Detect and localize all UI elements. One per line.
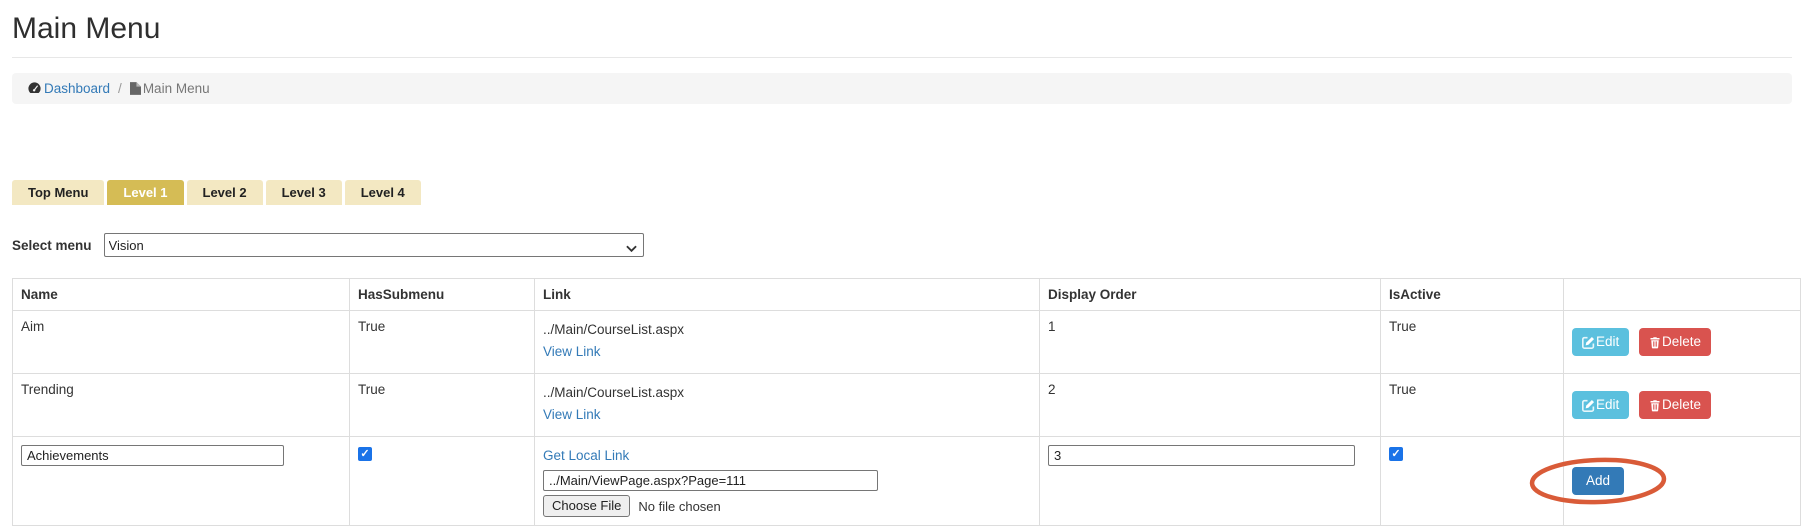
link-url-text: ../Main/CourseList.aspx bbox=[543, 382, 1031, 404]
cell-add-action: Add bbox=[1564, 437, 1801, 526]
trash-icon bbox=[1649, 336, 1661, 349]
tab-level-1[interactable]: Level 1 bbox=[107, 180, 183, 205]
select-menu-row: Select menu Vision bbox=[12, 233, 1792, 257]
cell-has-submenu-checkbox: ✓ bbox=[350, 437, 535, 526]
cell-link: ../Main/CourseList.aspx View Link bbox=[535, 374, 1040, 437]
cell-actions: Edit Delete bbox=[1564, 311, 1801, 374]
cell-link: ../Main/CourseList.aspx View Link bbox=[535, 311, 1040, 374]
table-row: Trending True ../Main/CourseList.aspx Vi… bbox=[13, 374, 1801, 437]
file-upload-row: Choose File No file chosen bbox=[543, 495, 1031, 517]
breadcrumb-current-label: Main Menu bbox=[143, 81, 210, 96]
breadcrumb: Dashboard / Main Menu bbox=[12, 73, 1792, 104]
cell-actions: Edit Delete bbox=[1564, 374, 1801, 437]
tab-level-2[interactable]: Level 2 bbox=[187, 180, 263, 205]
link-url-text: ../Main/CourseList.aspx bbox=[543, 319, 1031, 341]
edit-button-label: Edit bbox=[1596, 397, 1619, 413]
delete-button-label: Delete bbox=[1662, 334, 1701, 350]
edit-button-label: Edit bbox=[1596, 334, 1619, 350]
menu-select[interactable]: Vision bbox=[104, 233, 644, 257]
menu-level-tabs: Top Menu Level 1 Level 2 Level 3 Level 4 bbox=[12, 180, 1792, 205]
choose-file-button[interactable]: Choose File bbox=[543, 495, 630, 517]
page-title: Main Menu bbox=[12, 10, 1792, 48]
edit-button[interactable]: Edit bbox=[1572, 328, 1629, 356]
header-actions bbox=[1564, 279, 1801, 311]
tab-level-4[interactable]: Level 4 bbox=[345, 180, 421, 205]
is-active-checkbox[interactable]: ✓ bbox=[1389, 447, 1403, 461]
page-container: Main Menu Dashboard / Main Menu bbox=[0, 0, 1804, 526]
pencil-square-icon bbox=[1582, 399, 1595, 412]
add-row: ✓ Get Local Link Choose File No file cho… bbox=[13, 437, 1801, 526]
delete-button-label: Delete bbox=[1662, 397, 1701, 413]
get-local-link[interactable]: Get Local Link bbox=[543, 445, 629, 467]
name-input[interactable] bbox=[21, 445, 284, 466]
delete-button[interactable]: Delete bbox=[1639, 391, 1711, 419]
table-header-row: Name HasSubmenu Link Display Order IsAct… bbox=[13, 279, 1801, 311]
view-link[interactable]: View Link bbox=[543, 404, 601, 426]
header-link: Link bbox=[535, 279, 1040, 311]
header-name: Name bbox=[13, 279, 350, 311]
breadcrumb-separator: / bbox=[118, 81, 122, 96]
add-button-wrapper: Add bbox=[1572, 467, 1624, 495]
link-url-input[interactable] bbox=[543, 470, 878, 491]
no-file-chosen-text: No file chosen bbox=[638, 499, 720, 514]
table-row: Aim True ../Main/CourseList.aspx View Li… bbox=[13, 311, 1801, 374]
file-icon bbox=[130, 82, 141, 95]
view-link[interactable]: View Link bbox=[543, 341, 601, 363]
breadcrumb-dashboard-link[interactable]: Dashboard bbox=[27, 81, 110, 96]
delete-button[interactable]: Delete bbox=[1639, 328, 1711, 356]
select-menu-label: Select menu bbox=[12, 238, 92, 253]
tab-level-3[interactable]: Level 3 bbox=[266, 180, 342, 205]
edit-button[interactable]: Edit bbox=[1572, 391, 1629, 419]
cell-has-submenu: True bbox=[350, 374, 535, 437]
cell-is-active-checkbox: ✓ bbox=[1381, 437, 1564, 526]
cell-name: Aim bbox=[13, 311, 350, 374]
tab-top-menu[interactable]: Top Menu bbox=[12, 180, 104, 205]
header-display-order: Display Order bbox=[1040, 279, 1381, 311]
breadcrumb-dashboard-label: Dashboard bbox=[44, 81, 110, 96]
cell-name: Trending bbox=[13, 374, 350, 437]
cell-is-active: True bbox=[1381, 311, 1564, 374]
add-button[interactable]: Add bbox=[1572, 467, 1624, 495]
breadcrumb-current: Main Menu bbox=[130, 81, 210, 96]
menu-table: Name HasSubmenu Link Display Order IsAct… bbox=[12, 278, 1801, 526]
cell-display-order-input bbox=[1040, 437, 1381, 526]
trash-icon bbox=[1649, 399, 1661, 412]
cell-name-input bbox=[13, 437, 350, 526]
title-divider bbox=[12, 57, 1792, 58]
cell-display-order: 1 bbox=[1040, 311, 1381, 374]
dashboard-gauge-icon bbox=[27, 81, 42, 96]
cell-is-active: True bbox=[1381, 374, 1564, 437]
has-submenu-checkbox[interactable]: ✓ bbox=[358, 447, 372, 461]
cell-link-input: Get Local Link Choose File No file chose… bbox=[535, 437, 1040, 526]
pencil-square-icon bbox=[1582, 336, 1595, 349]
display-order-input[interactable] bbox=[1048, 445, 1355, 466]
cell-display-order: 2 bbox=[1040, 374, 1381, 437]
cell-has-submenu: True bbox=[350, 311, 535, 374]
header-is-active: IsActive bbox=[1381, 279, 1564, 311]
header-has-submenu: HasSubmenu bbox=[350, 279, 535, 311]
